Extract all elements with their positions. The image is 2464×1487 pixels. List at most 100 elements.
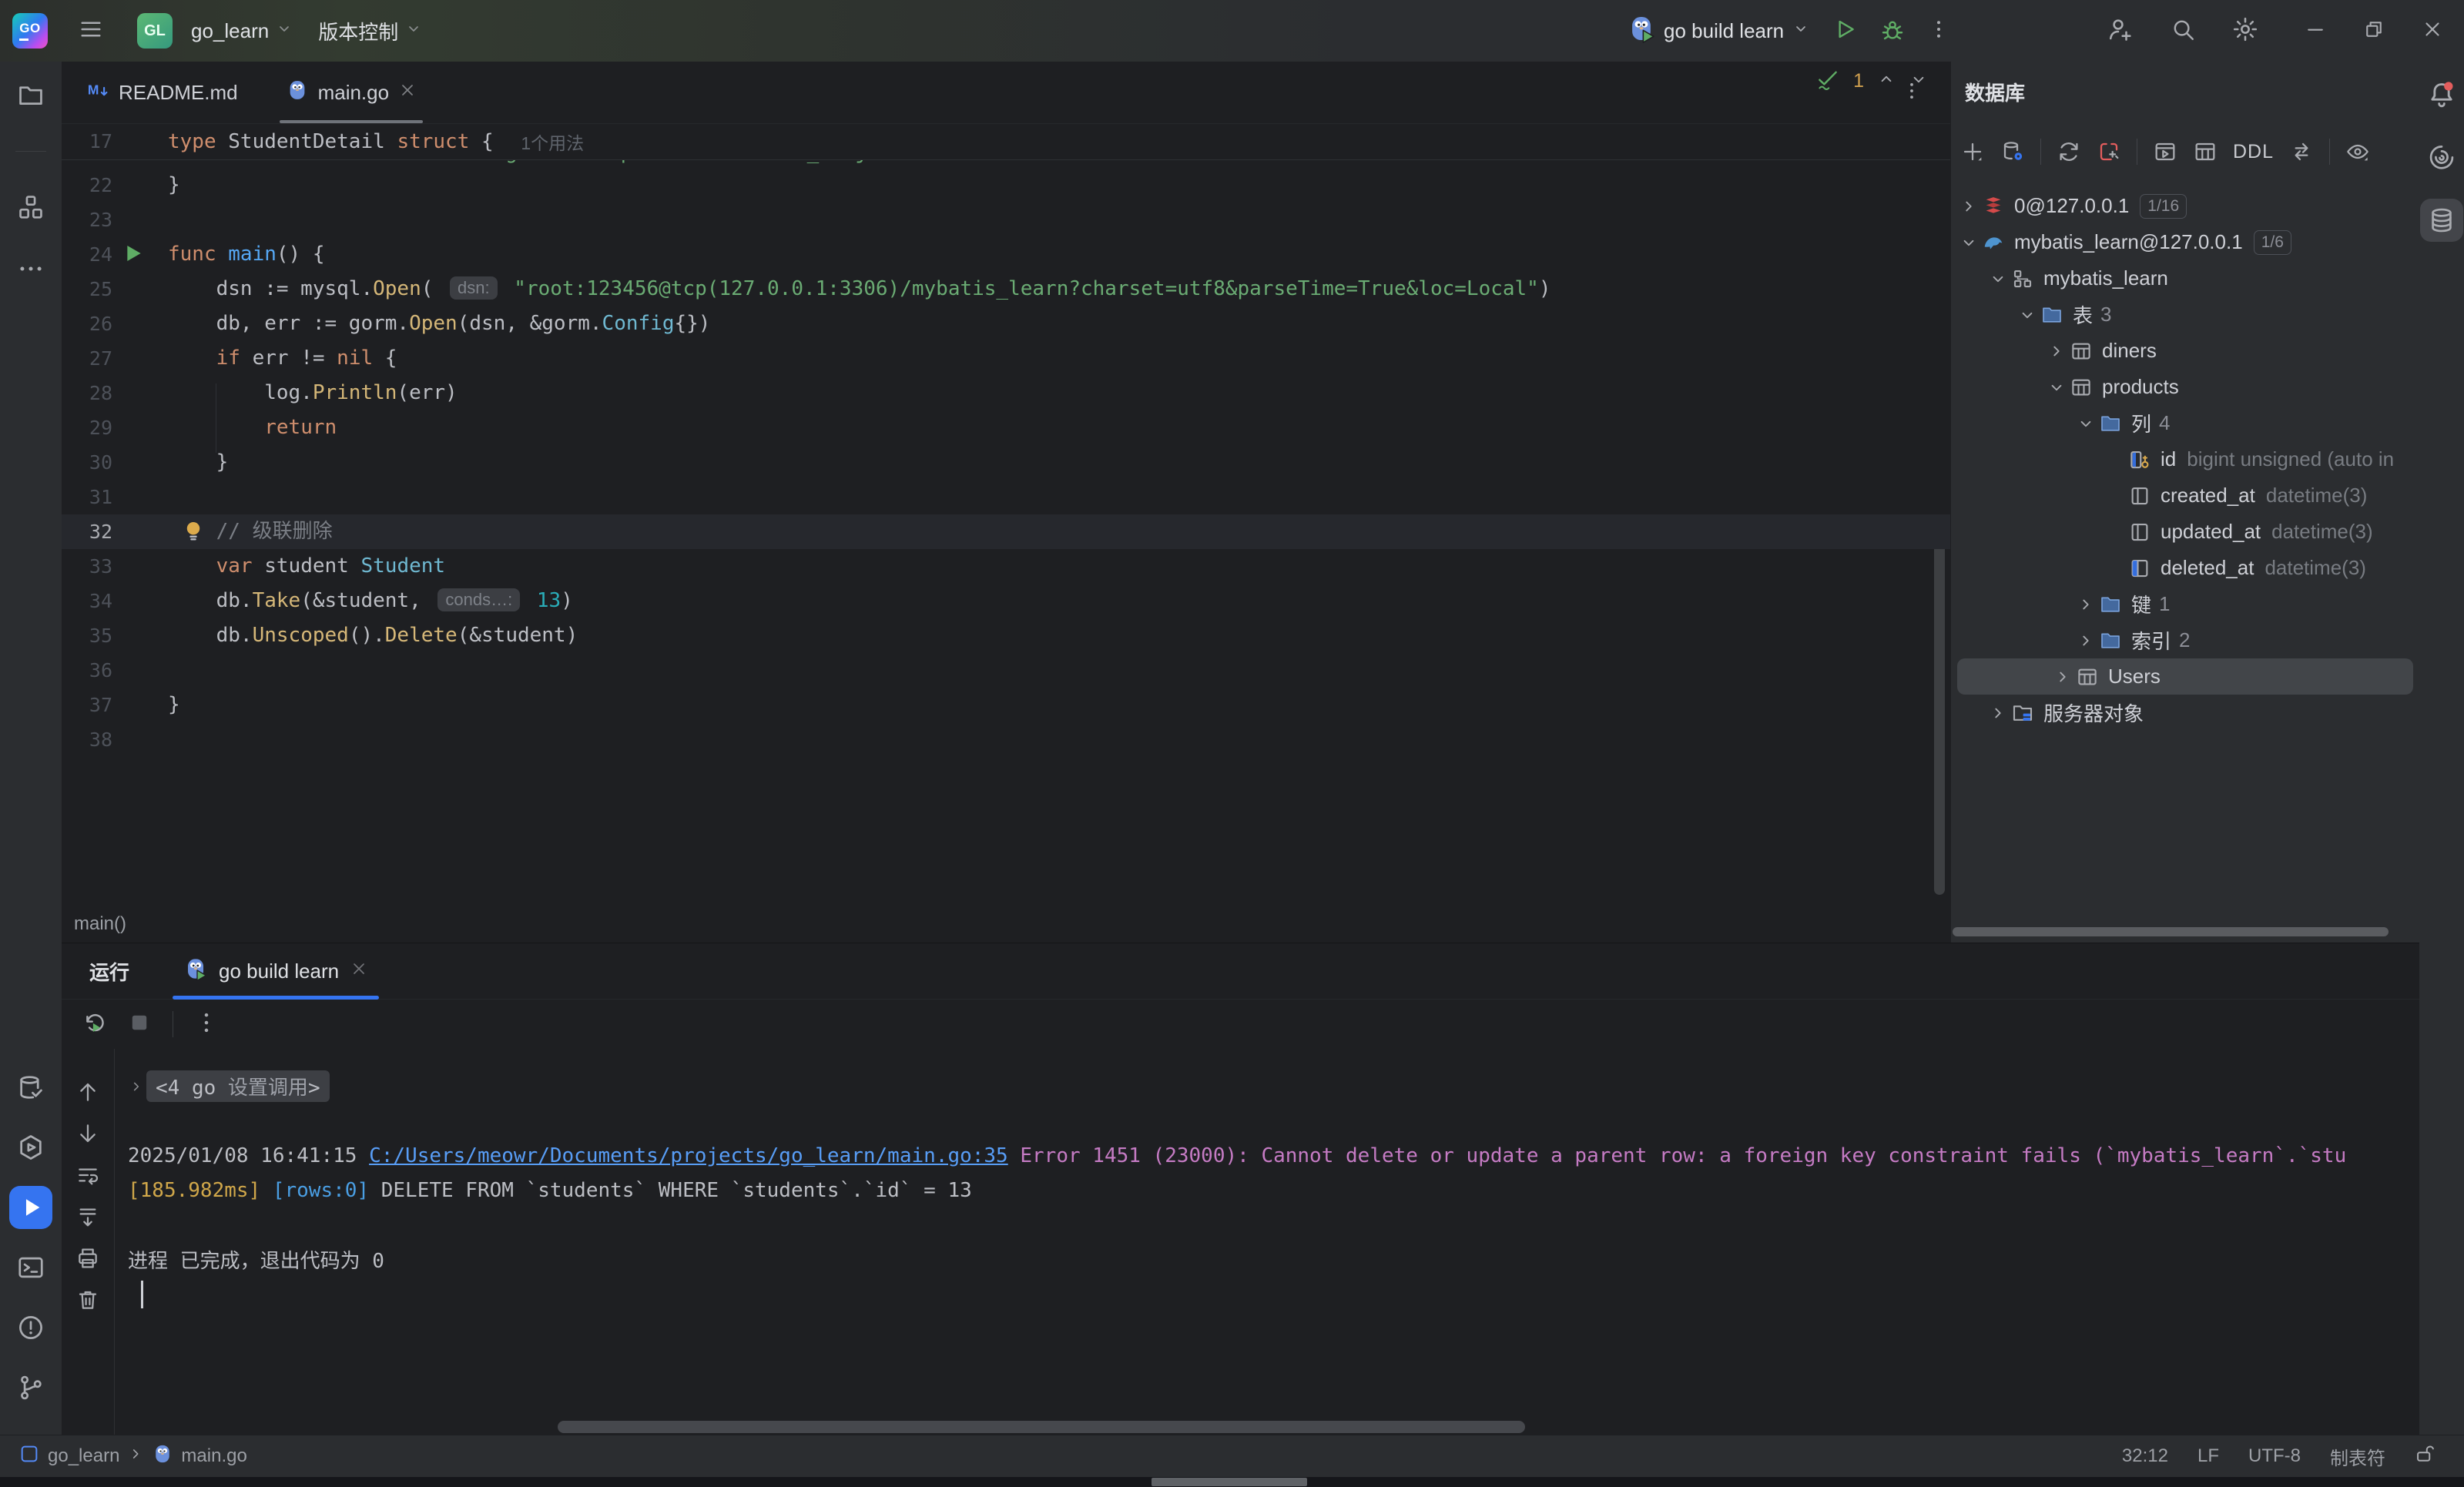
more-actions-icon[interactable] [1927,18,1950,45]
status-file-encoding[interactable]: UTF-8 [2248,1445,2301,1467]
code-with-me-icon[interactable] [2107,15,2134,47]
menu-vcs[interactable]: 版本控制 [312,12,429,50]
inspection-widget[interactable]: 1 [1815,66,1929,96]
db-tree-row-0@127.0.0.1[interactable]: 0@127.0.0.11/16 [1951,188,2419,224]
editor[interactable]: M README.md main.go 17 type StudentDetai… [62,62,1950,943]
db-tree-row-列[interactable]: 列4 [1951,405,2419,441]
disconnect-button[interactable] [2097,139,2121,164]
soft-wrap-button[interactable] [75,1163,100,1191]
tool-strip-structure[interactable] [9,186,52,229]
database-tree[interactable]: 0@127.0.0.11/16mybatis_learn@127.0.0.11/… [1951,182,2419,943]
chev-down-icon[interactable] [1959,233,1979,253]
tool-strip-problems[interactable] [9,1306,52,1349]
chev-down-icon[interactable] [2047,377,2067,397]
status-file-writable[interactable] [2415,1443,2436,1470]
settings-gear-icon[interactable] [2231,15,2259,47]
db-tree-row-created_at[interactable]: created_atdatetime(3) [1951,477,2419,514]
tool-strip-terminal[interactable] [9,1246,52,1289]
run-tri-icon[interactable] [120,241,145,266]
chev-down-icon[interactable] [1988,269,2008,289]
db-tree-row-deleted_at[interactable]: deleted_atdatetime(3) [1951,550,2419,586]
tab-main-go[interactable]: main.go [272,62,431,123]
tool-strip-run[interactable] [9,1186,52,1229]
project-avatar[interactable]: GL [137,13,173,49]
chev-right-icon[interactable] [2053,667,2073,687]
file-link[interactable]: C:/Users/meowr/Documents/projects/go_lea… [369,1144,1008,1167]
db-tree-row-键[interactable]: 键1 [1951,586,2419,622]
status-breadcrumb[interactable]: go_learn main.go [0,1443,247,1470]
db-tree-row-products[interactable]: products [1951,369,2419,405]
chevron-down-icon[interactable] [1909,69,1929,93]
tool-strip-more-tool-windows[interactable] [9,247,52,290]
window-restore-button[interactable] [2362,18,2385,45]
open-ddl-button[interactable]: DDL [2233,141,2274,163]
tool-strip-notifications[interactable] [2420,72,2463,116]
run-button[interactable] [1832,16,1858,46]
code-area[interactable]: StudentID uint64 `gorm:"uniqueIndex:stud… [62,160,1950,905]
db-tree-row-表[interactable]: 表3 [1951,296,2419,333]
main-menu-icon[interactable] [77,15,105,47]
navigate-button[interactable] [2289,139,2314,164]
db-tree-row-服务器对象[interactable]: 服务器对象 [1951,695,2419,731]
window-close-button[interactable] [2421,18,2444,45]
chev-right-icon[interactable] [1988,703,2008,723]
db-tree-row-mybatis_learn[interactable]: mybatis_learn [1951,260,2419,296]
chevron-up-icon[interactable] [1876,69,1896,93]
data-source-properties-button[interactable] [2000,139,2025,164]
chev-down-icon[interactable] [2017,305,2037,325]
db-tree-row-mybatis_learn@127.0.0.1[interactable]: mybatis_learn@127.0.0.11/6 [1951,224,2419,260]
more-options-button[interactable] [193,1010,220,1040]
print-button[interactable] [75,1246,100,1274]
tool-strip-database-changes[interactable] [9,1066,52,1109]
bulb-icon[interactable] [180,517,206,544]
project-selector[interactable]: go_learn [185,15,300,48]
db-tree-row-索引[interactable]: 索引2 [1951,622,2419,658]
database-horizontal-scrollbar[interactable] [1953,927,2389,936]
stop-button[interactable] [126,1010,153,1040]
refresh-button[interactable] [2057,139,2081,164]
tab-close-icon[interactable] [350,960,368,983]
tool-strip-project[interactable] [9,74,52,117]
editor-breadcrumb[interactable]: main() [62,905,1950,943]
prev-occurrence-button[interactable] [75,1080,100,1108]
db-tree-row-Users[interactable]: Users [1957,658,2413,695]
code-token: return [264,416,337,439]
chev-right-icon[interactable] [2076,631,2096,651]
view-options-button[interactable] [2345,139,2370,164]
console-horizontal-scrollbar[interactable] [558,1421,1525,1433]
window-minimize-button[interactable] [2304,18,2327,45]
chev-right-icon[interactable] [128,1078,145,1095]
chev-down-icon[interactable] [2076,414,2096,434]
chev-right-icon[interactable] [2047,341,2067,361]
status-line-separator[interactable]: LF [2197,1445,2219,1467]
folded-region[interactable]: <4 go 设置调用> [146,1070,330,1102]
breadcrumb-file[interactable]: main.go [181,1445,246,1467]
breadcrumb-project[interactable]: go_learn [48,1445,119,1467]
tool-strip-ai-assistant[interactable] [2420,136,2463,179]
tool-strip-services[interactable] [9,1126,52,1169]
jump-to-query-console-button[interactable] [2153,139,2177,164]
scroll-to-end-button[interactable] [75,1204,100,1233]
status-indent-style[interactable]: 制表符 [2330,1443,2385,1470]
debug-button[interactable] [1879,16,1906,46]
db-tree-row-id[interactable]: idbigint unsigned (auto in [1951,441,2419,477]
tab-close-icon[interactable] [398,81,417,105]
db-tree-row-updated_at[interactable]: updated_atdatetime(3) [1951,514,2419,550]
usage-hint[interactable]: 1个用法 [521,129,584,155]
chev-right-icon[interactable] [2076,594,2096,615]
run-config-selector[interactable]: go build learn [1627,14,1810,49]
tab-readme[interactable]: M README.md [72,62,252,123]
next-occurrence-button[interactable] [75,1121,100,1150]
console-output[interactable]: <4 go 设置调用>2025/01/08 16:41:15 C:/Users/… [115,1049,2419,1435]
run-tab-go-build-learn[interactable]: go build learn [173,943,379,999]
chev-right-icon[interactable] [1959,196,1979,216]
clear-all-button[interactable] [75,1288,100,1316]
tool-strip-database[interactable] [2420,199,2463,242]
db-tree-row-diners[interactable]: diners [1951,333,2419,369]
open-table-editor-button[interactable] [2193,139,2218,164]
add-button[interactable] [1960,139,1985,164]
status-caret-position[interactable]: 32:12 [2122,1445,2168,1467]
search-everywhere-icon[interactable] [2170,16,2196,46]
rerun-button[interactable] [82,1010,108,1040]
tool-strip-version-control[interactable] [9,1366,52,1409]
